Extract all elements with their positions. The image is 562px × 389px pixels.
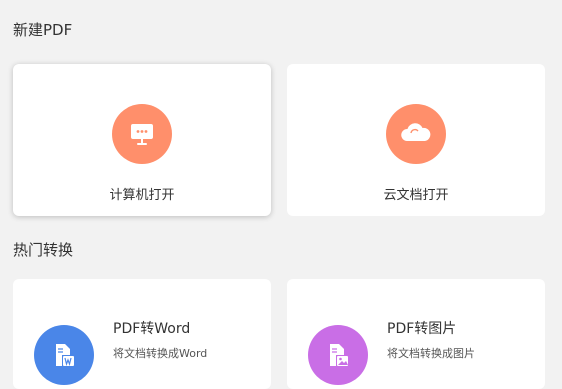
pdf-to-word-icon (34, 325, 94, 385)
section-title-hot-convert: 热门转换 (13, 241, 74, 259)
open-from-cloud-card[interactable]: 云文档打开 (287, 64, 545, 216)
pdf-to-image-title: PDF转图片 (387, 321, 457, 337)
open-from-cloud-label: 云文档打开 (383, 188, 449, 203)
cloud-icon (386, 104, 446, 164)
open-from-computer-card[interactable]: 计算机打开 (13, 64, 271, 216)
open-from-computer-label: 计算机打开 (109, 188, 175, 203)
pdf-to-image-card[interactable]: PDF转图片 将文档转换成图片 (287, 279, 545, 389)
pdf-to-image-icon (308, 325, 368, 385)
section-title-new-pdf: 新建PDF (13, 21, 73, 39)
pdf-to-word-desc: 将文档转换成Word (113, 347, 208, 360)
pdf-to-word-title: PDF转Word (113, 321, 191, 337)
pdf-to-word-card[interactable]: PDF转Word 将文档转换成Word (13, 279, 271, 389)
computer-monitor-icon (112, 104, 172, 164)
pdf-to-image-desc: 将文档转换成图片 (387, 347, 475, 360)
